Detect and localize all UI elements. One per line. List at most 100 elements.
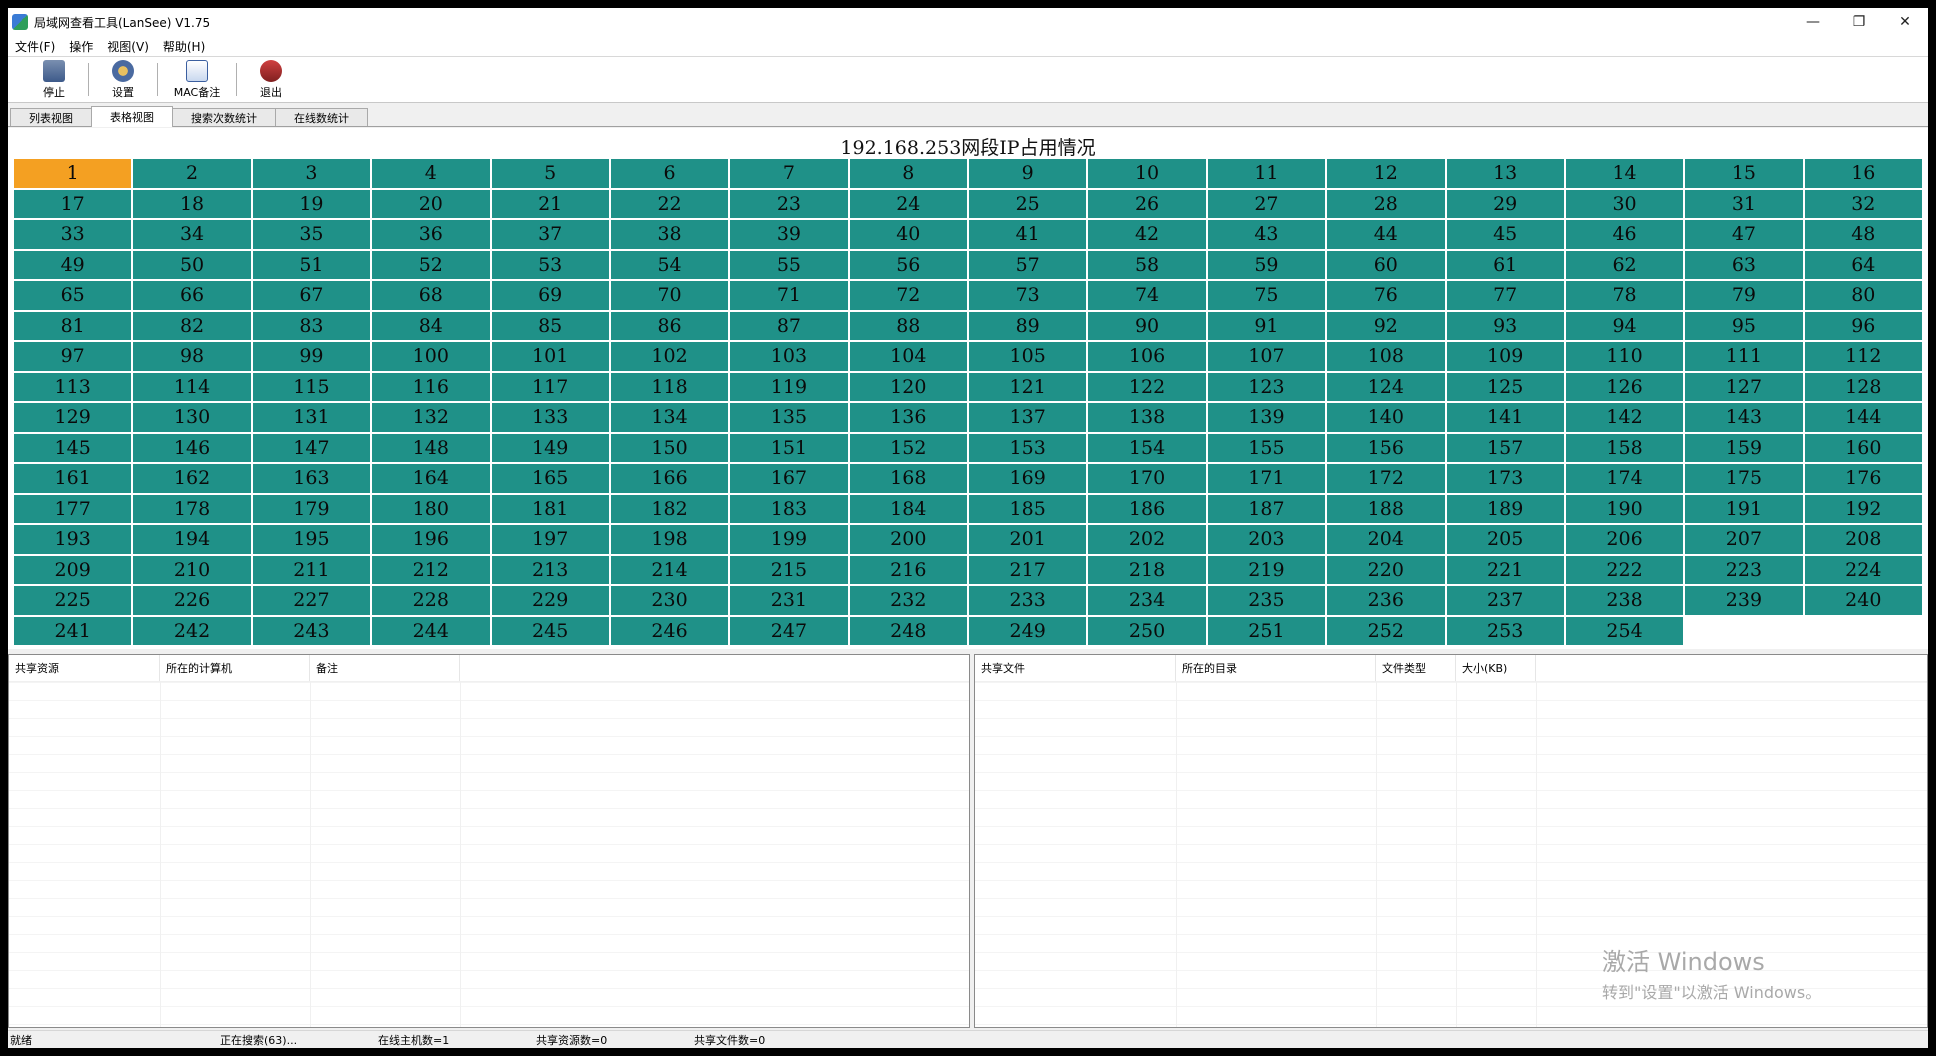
ip-cell[interactable]: 86 — [610, 311, 729, 340]
ip-cell[interactable]: 57 — [969, 250, 1087, 279]
ip-cell[interactable]: 76 — [1327, 281, 1445, 310]
ip-cell[interactable]: 127 — [1685, 372, 1803, 401]
ip-cell[interactable]: 248 — [849, 616, 967, 645]
ip-cell[interactable]: 26 — [1088, 189, 1206, 218]
ip-cell[interactable]: 240 — [1804, 586, 1922, 615]
ip-cell[interactable]: 103 — [730, 342, 848, 371]
ip-cell[interactable]: 234 — [1088, 586, 1206, 615]
ip-cell[interactable]: 70 — [610, 281, 729, 310]
ip-cell[interactable]: 133 — [491, 403, 609, 432]
minimize-button[interactable]: — — [1790, 8, 1836, 36]
ip-cell[interactable]: 193 — [14, 525, 132, 554]
ip-cell[interactable]: 174 — [1565, 464, 1684, 493]
ip-cell[interactable]: 87 — [730, 311, 848, 340]
ip-cell[interactable]: 41 — [969, 220, 1087, 249]
ip-cell[interactable]: 110 — [1565, 342, 1684, 371]
ip-cell[interactable]: 31 — [1685, 189, 1803, 218]
ip-cell[interactable]: 19 — [252, 189, 371, 218]
column-host-computer[interactable]: 所在的计算机 — [160, 655, 310, 681]
ip-cell[interactable]: 89 — [969, 311, 1087, 340]
ip-cell[interactable]: 93 — [1446, 311, 1564, 340]
ip-cell[interactable]: 123 — [1207, 372, 1326, 401]
ip-cell[interactable]: 178 — [133, 494, 251, 523]
ip-cell[interactable]: 40 — [849, 220, 967, 249]
ip-cell[interactable]: 58 — [1088, 250, 1206, 279]
ip-cell[interactable]: 79 — [1685, 281, 1803, 310]
ip-cell[interactable]: 81 — [14, 311, 132, 340]
ip-cell[interactable]: 227 — [252, 586, 371, 615]
ip-cell[interactable]: 78 — [1565, 281, 1684, 310]
ip-cell[interactable]: 32 — [1804, 189, 1922, 218]
ip-cell[interactable]: 252 — [1327, 616, 1445, 645]
ip-cell[interactable]: 228 — [372, 586, 490, 615]
column-file-type[interactable]: 文件类型 — [1376, 655, 1456, 681]
ip-cell[interactable]: 23 — [730, 189, 848, 218]
ip-cell[interactable]: 138 — [1088, 403, 1206, 432]
ip-cell[interactable]: 177 — [14, 494, 132, 523]
ip-cell[interactable]: 188 — [1327, 494, 1445, 523]
ip-cell[interactable]: 162 — [133, 464, 251, 493]
ip-cell[interactable]: 208 — [1804, 525, 1922, 554]
ip-cell[interactable]: 28 — [1327, 189, 1445, 218]
ip-cell[interactable]: 84 — [372, 311, 490, 340]
ip-cell[interactable]: 189 — [1446, 494, 1564, 523]
ip-cell[interactable]: 61 — [1446, 250, 1564, 279]
ip-cell[interactable]: 63 — [1685, 250, 1803, 279]
ip-cell[interactable]: 95 — [1685, 311, 1803, 340]
ip-cell[interactable]: 146 — [133, 433, 251, 462]
ip-cell[interactable]: 203 — [1207, 525, 1326, 554]
ip-cell[interactable]: 5 — [491, 159, 609, 188]
ip-cell[interactable]: 59 — [1207, 250, 1326, 279]
ip-cell[interactable]: 156 — [1327, 433, 1445, 462]
ip-cell[interactable]: 91 — [1207, 311, 1326, 340]
ip-cell[interactable]: 249 — [969, 616, 1087, 645]
ip-cell[interactable]: 20 — [372, 189, 490, 218]
ip-cell[interactable]: 60 — [1327, 250, 1445, 279]
ip-cell[interactable]: 141 — [1446, 403, 1564, 432]
column-size[interactable]: 大小(KB) — [1456, 655, 1536, 681]
ip-cell[interactable]: 155 — [1207, 433, 1326, 462]
ip-cell[interactable]: 100 — [372, 342, 490, 371]
ip-cell[interactable]: 2 — [133, 159, 251, 188]
ip-cell[interactable]: 206 — [1565, 525, 1684, 554]
ip-cell[interactable]: 169 — [969, 464, 1087, 493]
ip-cell[interactable]: 231 — [730, 586, 848, 615]
tab-search-stats[interactable]: 搜索次数统计 — [172, 108, 276, 126]
ip-cell[interactable]: 190 — [1565, 494, 1684, 523]
ip-cell[interactable]: 201 — [969, 525, 1087, 554]
ip-cell[interactable]: 136 — [849, 403, 967, 432]
ip-cell[interactable]: 106 — [1088, 342, 1206, 371]
ip-cell[interactable]: 35 — [252, 220, 371, 249]
menu-operate[interactable]: 操作 — [62, 38, 100, 55]
ip-cell[interactable]: 94 — [1565, 311, 1684, 340]
ip-cell[interactable]: 120 — [849, 372, 967, 401]
ip-cell[interactable]: 200 — [849, 525, 967, 554]
ip-cell[interactable]: 27 — [1207, 189, 1326, 218]
ip-cell[interactable]: 238 — [1565, 586, 1684, 615]
ip-cell[interactable]: 232 — [849, 586, 967, 615]
ip-cell[interactable]: 145 — [14, 433, 132, 462]
ip-cell[interactable]: 53 — [491, 250, 609, 279]
ip-cell[interactable]: 153 — [969, 433, 1087, 462]
ip-cell[interactable]: 158 — [1565, 433, 1684, 462]
ip-cell[interactable]: 199 — [730, 525, 848, 554]
ip-cell[interactable]: 39 — [730, 220, 848, 249]
ip-cell[interactable]: 16 — [1804, 159, 1922, 188]
ip-cell[interactable]: 77 — [1446, 281, 1564, 310]
ip-cell[interactable]: 105 — [969, 342, 1087, 371]
ip-cell[interactable]: 148 — [372, 433, 490, 462]
ip-cell[interactable]: 25 — [969, 189, 1087, 218]
ip-cell[interactable]: 144 — [1804, 403, 1922, 432]
ip-cell[interactable]: 55 — [730, 250, 848, 279]
ip-cell[interactable]: 112 — [1804, 342, 1922, 371]
column-share-resource[interactable]: 共享资源 — [9, 655, 160, 681]
ip-cell[interactable]: 172 — [1327, 464, 1445, 493]
ip-cell[interactable]: 216 — [849, 555, 967, 584]
ip-cell[interactable]: 195 — [252, 525, 371, 554]
ip-cell[interactable]: 113 — [14, 372, 132, 401]
ip-cell[interactable]: 242 — [133, 616, 251, 645]
ip-cell[interactable]: 152 — [849, 433, 967, 462]
ip-cell[interactable]: 191 — [1685, 494, 1803, 523]
ip-cell[interactable]: 102 — [610, 342, 729, 371]
ip-cell[interactable]: 21 — [491, 189, 609, 218]
